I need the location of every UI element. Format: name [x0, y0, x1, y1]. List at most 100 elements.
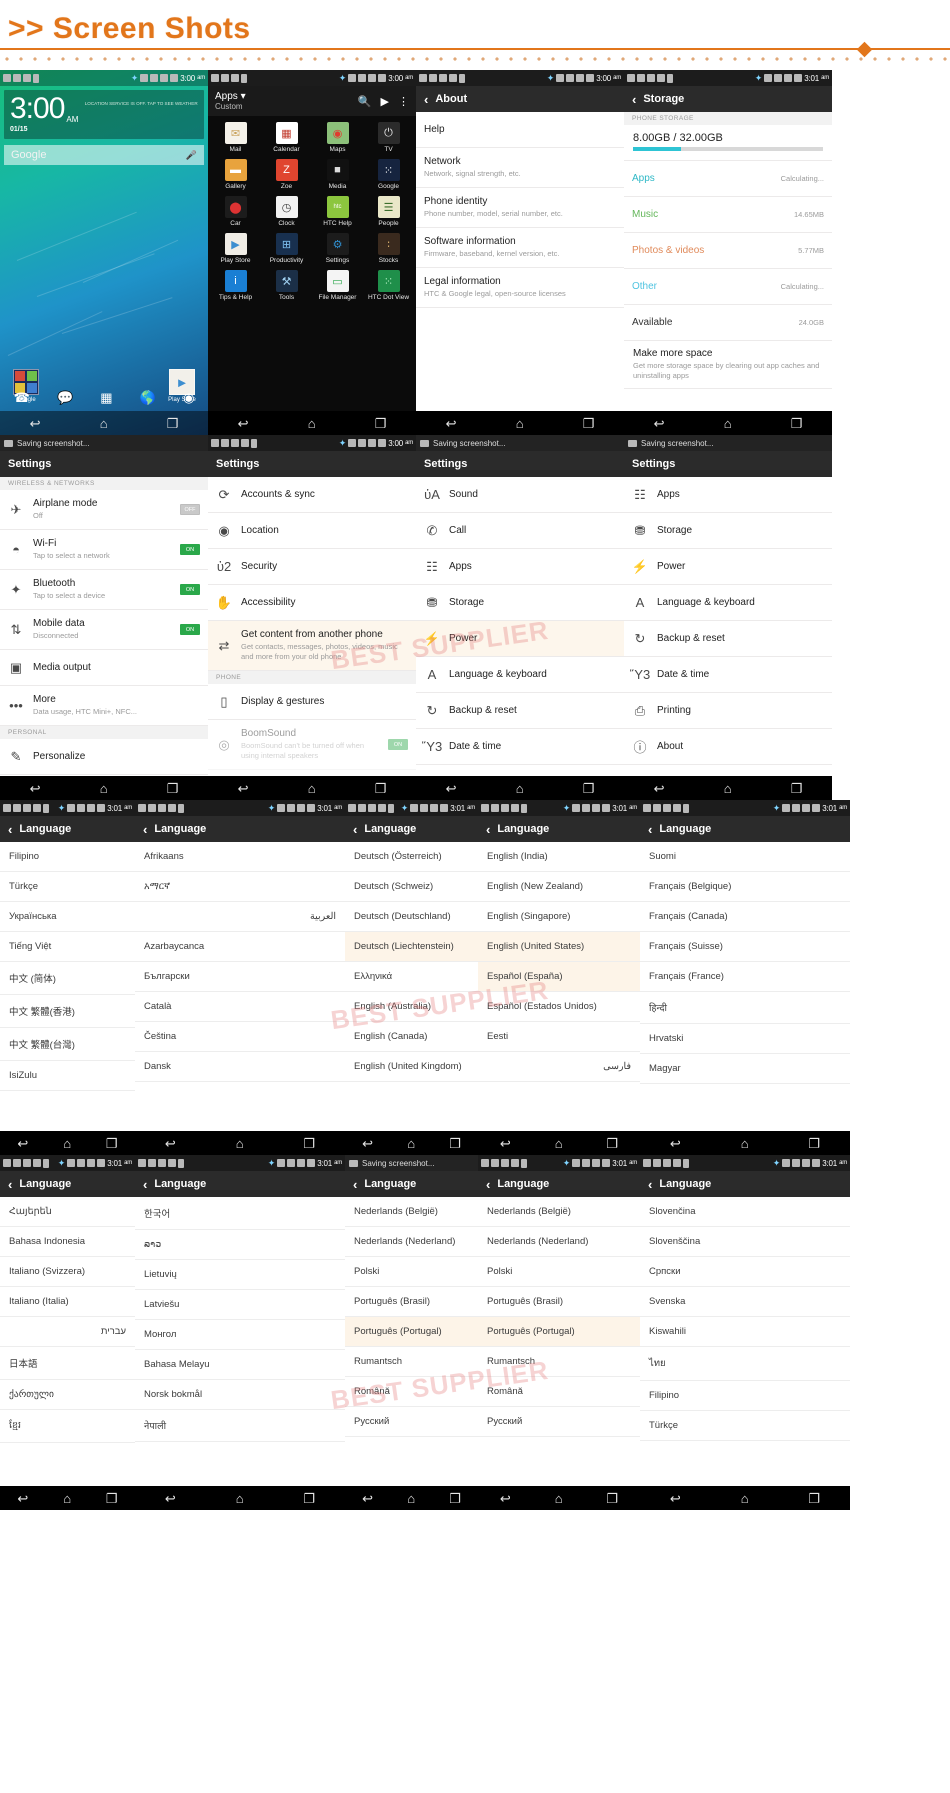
- app-icon-tools[interactable]: ⚒ Tools: [261, 270, 312, 301]
- language-item[interactable]: فارسی: [478, 1052, 640, 1082]
- search-icon[interactable]: 🔍: [358, 95, 372, 108]
- app-icon-htc-dot-view[interactable]: ⁙ HTC Dot View: [363, 270, 414, 301]
- language-item[interactable]: Nederlands (België): [478, 1197, 640, 1227]
- language-item[interactable]: English (Singapore): [478, 902, 640, 932]
- settings-row[interactable]: ▯ Display & gestures: [208, 684, 416, 720]
- settings-row[interactable]: ▣ Media output: [0, 650, 208, 686]
- language-item[interactable]: हिन्दी: [640, 992, 850, 1024]
- language-item[interactable]: Русский: [345, 1407, 478, 1437]
- settings-row-toggle[interactable]: ON: [388, 739, 408, 750]
- nav-back-icon[interactable]: ↩: [670, 1492, 681, 1505]
- back-chevron-icon[interactable]: ‹: [424, 92, 428, 107]
- play-store-icon[interactable]: ▶: [381, 95, 389, 108]
- settings-row[interactable]: ⚡ Power: [624, 549, 832, 585]
- language-item[interactable]: Հայերեն: [0, 1197, 135, 1227]
- language-item[interactable]: Filipino: [0, 842, 135, 872]
- nav-back-icon[interactable]: ↩: [500, 1137, 511, 1150]
- settings-row[interactable]: ✋ Accessibility: [208, 585, 416, 621]
- app-icon-zoe[interactable]: Z Zoe: [261, 159, 312, 190]
- nav-home-icon[interactable]: ⌂: [63, 1137, 71, 1150]
- app-icon-productivity[interactable]: ⊞ Productivity: [261, 233, 312, 264]
- back-chevron-icon[interactable]: ‹: [8, 1177, 12, 1192]
- nav-back-icon[interactable]: ↩: [500, 1492, 511, 1505]
- back-chevron-icon[interactable]: ‹: [143, 822, 147, 837]
- language-item[interactable]: Lietuvių: [135, 1260, 345, 1290]
- nav-back-icon[interactable]: ↩: [654, 417, 665, 430]
- nav-home-icon[interactable]: ⌂: [741, 1137, 749, 1150]
- app-icon-clock[interactable]: ◷ Clock: [261, 196, 312, 227]
- language-item[interactable]: Slovenščina: [640, 1227, 850, 1257]
- nav-recents-icon[interactable]: ❐: [606, 1492, 618, 1505]
- language-item[interactable]: Монгол: [135, 1320, 345, 1350]
- settings-row[interactable]: Ὕ3 Date & time: [416, 729, 624, 765]
- language-item[interactable]: Eesti: [478, 1022, 640, 1052]
- app-icon-stocks[interactable]: ∶ Stocks: [363, 233, 414, 264]
- app-icon-tv[interactable]: ⏻ TV: [363, 122, 414, 153]
- nav-back-icon[interactable]: ↩: [30, 782, 41, 795]
- language-item[interactable]: Čeština: [135, 1022, 345, 1052]
- language-item[interactable]: Ελληνικά: [345, 962, 478, 992]
- language-item[interactable]: Português (Portugal): [345, 1317, 478, 1347]
- back-chevron-icon[interactable]: ‹: [486, 822, 490, 837]
- back-chevron-icon[interactable]: ‹: [648, 822, 652, 837]
- language-item[interactable]: Français (Belgique): [640, 872, 850, 902]
- nav-back-icon[interactable]: ↩: [17, 1492, 28, 1505]
- settings-row[interactable]: ✈ Airplane mode Off OFF: [0, 490, 208, 530]
- back-chevron-icon[interactable]: ‹: [8, 822, 12, 837]
- language-item[interactable]: ქართული: [0, 1380, 135, 1410]
- nav-home-icon[interactable]: ⌂: [555, 1492, 563, 1505]
- language-item[interactable]: العربية: [135, 902, 345, 932]
- about-item[interactable]: Help: [416, 112, 624, 148]
- language-item[interactable]: Română: [478, 1377, 640, 1407]
- language-item[interactable]: Español (España): [478, 962, 640, 992]
- back-chevron-icon[interactable]: ‹: [632, 92, 636, 107]
- overflow-menu-icon[interactable]: ⋮: [398, 95, 409, 108]
- about-item[interactable]: Legal information HTC & Google legal, ope…: [416, 268, 624, 308]
- settings-row[interactable]: ⎙ Printing: [624, 693, 832, 729]
- language-item[interactable]: Български: [135, 962, 345, 992]
- language-item[interactable]: Русский: [478, 1407, 640, 1437]
- language-item[interactable]: Français (Suisse): [640, 932, 850, 962]
- nav-recents-icon[interactable]: ❐: [449, 1492, 461, 1505]
- drawer-title-row[interactable]: Apps ▾: [215, 91, 246, 102]
- language-item[interactable]: 中文 繁體(香港): [0, 995, 135, 1028]
- nav-home-icon[interactable]: ⌂: [724, 417, 732, 430]
- nav-recents-icon[interactable]: ❐: [106, 1492, 118, 1505]
- messages-icon[interactable]: 💬: [57, 390, 73, 406]
- language-item[interactable]: ລາວ: [135, 1230, 345, 1260]
- language-item[interactable]: Svenska: [640, 1287, 850, 1317]
- nav-home-icon[interactable]: ⌂: [236, 1137, 244, 1150]
- settings-row[interactable]: ↻ Backup & reset: [624, 621, 832, 657]
- settings-row[interactable]: ◎ BoomSound BoomSound can't be turned off …: [208, 720, 416, 770]
- nav-recents-icon[interactable]: ❐: [167, 782, 179, 795]
- nav-home-icon[interactable]: ⌂: [308, 782, 316, 795]
- about-item[interactable]: Network Network, signal strength, etc.: [416, 148, 624, 188]
- nav-home-icon[interactable]: ⌂: [63, 1492, 71, 1505]
- settings-row-toggle[interactable]: OFF: [180, 504, 200, 515]
- nav-back-icon[interactable]: ↩: [165, 1137, 176, 1150]
- language-item[interactable]: Français (France): [640, 962, 850, 992]
- nav-recents-icon[interactable]: ❐: [808, 1492, 820, 1505]
- app-icon-google[interactable]: ⁙ Google: [363, 159, 414, 190]
- nav-recents-icon[interactable]: ❐: [791, 417, 803, 430]
- language-item[interactable]: Nederlands (Nederland): [345, 1227, 478, 1257]
- nav-recents-icon[interactable]: ❐: [303, 1137, 315, 1150]
- settings-row-toggle[interactable]: ON: [180, 624, 200, 635]
- language-item[interactable]: ខ្មែរ: [0, 1410, 135, 1443]
- language-item[interactable]: Polski: [345, 1257, 478, 1287]
- nav-home-icon[interactable]: ⌂: [308, 417, 316, 430]
- nav-home-icon[interactable]: ⌂: [724, 782, 732, 795]
- app-icon-calendar[interactable]: ▦ Calendar: [261, 122, 312, 153]
- language-item[interactable]: English (United Kingdom): [345, 1052, 478, 1082]
- settings-row[interactable]: ⚡ Power: [416, 621, 624, 657]
- language-item[interactable]: Latviešu: [135, 1290, 345, 1320]
- language-item[interactable]: IsiZulu: [0, 1061, 135, 1091]
- settings-row[interactable]: ὐA Sound: [416, 477, 624, 513]
- nav-home-icon[interactable]: ⌂: [407, 1492, 415, 1505]
- back-chevron-icon[interactable]: ‹: [143, 1177, 147, 1192]
- language-item[interactable]: ไทย: [640, 1347, 850, 1381]
- language-item[interactable]: English (Canada): [345, 1022, 478, 1052]
- storage-item[interactable]: Other Calculating...: [624, 269, 832, 305]
- nav-back-icon[interactable]: ↩: [238, 417, 249, 430]
- language-item[interactable]: Hrvatski: [640, 1024, 850, 1054]
